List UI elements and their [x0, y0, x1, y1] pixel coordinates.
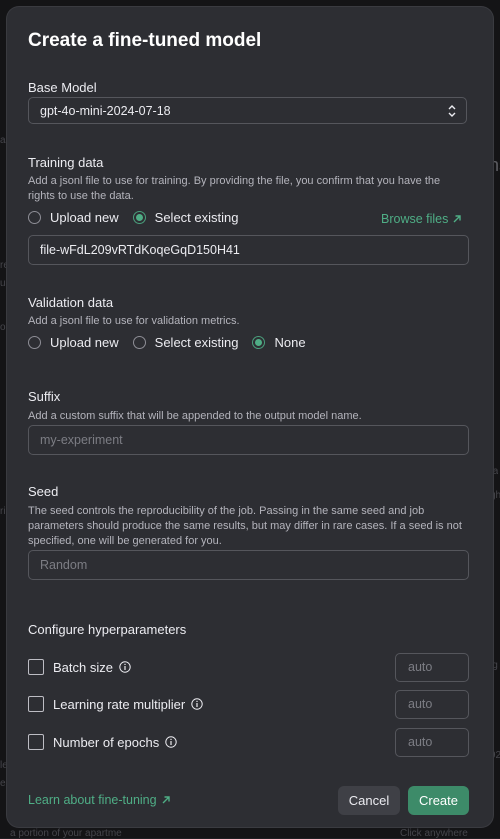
- radio-label: None: [274, 334, 306, 350]
- radio-label: Upload new: [50, 209, 119, 225]
- radio-label: Select existing: [154, 209, 239, 225]
- learning-rate-checkbox[interactable]: [28, 696, 44, 712]
- hyperparameter-label: Batch size: [53, 659, 113, 675]
- radio-upload-new[interactable]: Upload new: [28, 335, 119, 350]
- hyperparameter-label: Learning rate multiplier: [53, 696, 186, 712]
- batch-size-input[interactable]: auto: [395, 652, 469, 682]
- base-model-select[interactable]: gpt-4o-mini-2024-07-18: [28, 97, 467, 124]
- info-icon[interactable]: [165, 736, 177, 748]
- hyperparameter-row-learning-rate: Learning rate multiplier auto: [28, 689, 469, 719]
- hyperparameter-label: Number of epochs: [53, 734, 160, 750]
- base-model-value: gpt-4o-mini-2024-07-18: [40, 103, 171, 118]
- browse-files-link[interactable]: Browse files: [381, 212, 462, 226]
- suffix-label: Suffix: [28, 389, 61, 404]
- info-icon[interactable]: [119, 661, 131, 673]
- suffix-input[interactable]: my-experiment: [28, 425, 469, 455]
- cancel-button[interactable]: Cancel: [338, 786, 400, 815]
- training-file-field[interactable]: file-wFdL209vRTdKoqeGqD150H41: [28, 235, 469, 265]
- radio-dot: [28, 335, 41, 349]
- create-fine-tune-dialog: Create a fine-tuned model Base Model gpt…: [7, 7, 493, 827]
- browse-files-label: Browse files: [381, 212, 449, 226]
- validation-source-radio-group: Upload new Select existing None: [28, 333, 320, 351]
- hyperparameter-value: auto: [408, 735, 433, 749]
- hyperparameters-title: Configure hyperparameters: [28, 622, 187, 637]
- radio-label: Upload new: [50, 334, 119, 350]
- suffix-placeholder: my-experiment: [40, 433, 123, 447]
- radio-dot: [28, 210, 41, 224]
- learn-fine-tuning-label: Learn about fine-tuning: [28, 793, 157, 807]
- training-file-value: file-wFdL209vRTdKoqeGqD150H41: [40, 243, 240, 257]
- hyperparameter-row-batch-size: Batch size auto: [28, 652, 469, 682]
- chevron-up-down-icon: [448, 105, 456, 117]
- radio-dot-selected: [132, 210, 146, 224]
- seed-input[interactable]: Random: [28, 550, 469, 580]
- seed-help: The seed controls the reproducibility of…: [28, 505, 462, 547]
- training-source-radio-group: Upload new Select existing: [28, 208, 252, 226]
- create-button[interactable]: Create: [408, 786, 469, 815]
- radio-dot: [132, 335, 146, 349]
- dialog-title: Create a fine-tuned model: [28, 30, 262, 51]
- hyperparameter-value: auto: [408, 660, 433, 674]
- seed-label: Seed: [28, 484, 59, 499]
- radio-select-existing[interactable]: Select existing: [132, 334, 239, 350]
- radio-none[interactable]: None: [252, 334, 306, 350]
- batch-size-checkbox[interactable]: [28, 659, 44, 675]
- learn-fine-tuning-link[interactable]: Learn about fine-tuning: [28, 793, 171, 807]
- radio-label: Select existing: [154, 334, 239, 350]
- radio-dot-selected: [252, 335, 266, 349]
- seed-placeholder: Random: [40, 558, 88, 572]
- validation-data-label: Validation data: [28, 295, 114, 310]
- hyperparameter-value: auto: [408, 697, 433, 711]
- arrow-up-right-icon: [162, 796, 170, 804]
- epochs-checkbox[interactable]: [28, 734, 44, 750]
- info-icon[interactable]: [191, 698, 203, 710]
- base-model-label: Base Model: [28, 80, 97, 95]
- learning-rate-input[interactable]: auto: [395, 689, 469, 719]
- validation-data-help: Add a jsonl file to use for validation m…: [28, 315, 240, 327]
- arrow-up-right-icon: [453, 215, 462, 223]
- suffix-help: Add a custom suffix that will be appende…: [28, 410, 362, 422]
- training-data-label: Training data: [28, 155, 104, 170]
- epochs-input[interactable]: auto: [395, 727, 469, 757]
- radio-select-existing[interactable]: Select existing: [132, 209, 239, 225]
- hyperparameter-row-epochs: Number of epochs auto: [28, 727, 469, 757]
- training-data-help: Add a jsonl file to use for training. By…: [28, 175, 441, 202]
- radio-upload-new[interactable]: Upload new: [28, 210, 119, 225]
